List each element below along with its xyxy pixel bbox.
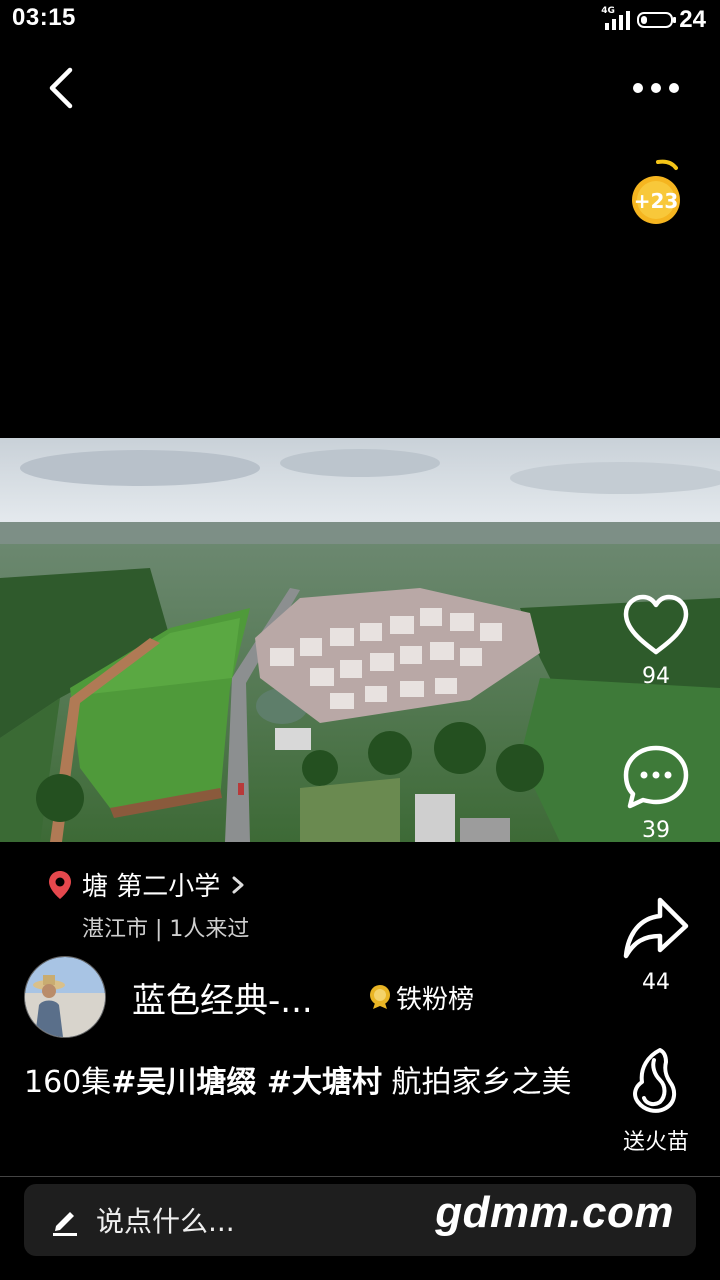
video-caption: 160集#吴川塘缀 #大塘村 航拍家乡之美 <box>24 1062 584 1104</box>
share-arrow-icon <box>623 897 689 959</box>
like-count: 94 <box>642 664 670 689</box>
like-button[interactable]: 94 <box>610 592 702 689</box>
author-avatar-image <box>25 957 105 1037</box>
fans-leaderboard-label: 铁粉榜 <box>396 984 475 1015</box>
status-icons: 4G 24 <box>601 6 706 34</box>
more-dots-icon <box>633 83 679 93</box>
back-button[interactable] <box>40 62 86 114</box>
pencil-icon <box>53 1212 77 1236</box>
signal-icon: 4G <box>601 6 631 32</box>
flame-icon <box>633 1048 677 1113</box>
share-count: 44 <box>642 970 670 995</box>
send-flame-button[interactable]: 送火苗 <box>610 1046 702 1156</box>
comment-bubble-icon <box>623 745 689 809</box>
comment-count: 39 <box>642 818 670 843</box>
battery-icon <box>637 12 677 28</box>
location-link[interactable]: 塘 第二小学 湛江市 | 1人来过 <box>48 866 249 943</box>
comment-button[interactable]: 39 <box>610 742 702 843</box>
hashtag-link[interactable]: #大塘村 <box>256 1065 382 1100</box>
caption-suffix: 航拍家乡之美 <box>382 1065 572 1100</box>
comment-input-placeholder: 说点什么... <box>96 1205 235 1238</box>
author-row: 蓝色经典-... 铁粉榜 <box>24 956 474 1038</box>
status-bar: 03:15 4G 24 <box>0 0 720 40</box>
coin-label: +23 <box>634 189 679 213</box>
avatar[interactable] <box>24 956 106 1038</box>
more-options-button[interactable] <box>626 70 686 106</box>
heart-icon <box>623 594 689 655</box>
medal-icon <box>370 985 390 1009</box>
hashtag-link[interactable]: #吴川塘缀 <box>111 1065 256 1100</box>
author-name[interactable]: 蓝色经典-... <box>132 973 352 1022</box>
battery-level: 24 <box>679 6 706 33</box>
divider <box>0 1176 720 1177</box>
location-pin-icon <box>49 870 71 899</box>
coin-icon: +23 <box>632 159 680 224</box>
caption-prefix: 160集 <box>24 1065 112 1100</box>
status-time: 03:15 <box>12 4 76 31</box>
fans-leaderboard-button[interactable]: 铁粉榜 <box>368 979 474 1016</box>
chevron-right-icon <box>232 876 244 893</box>
comment-input[interactable]: 说点什么... gdmm.com <box>24 1184 696 1256</box>
coin-reward-badge[interactable]: +23 <box>630 156 686 228</box>
watermark: gdmm.com <box>435 1188 674 1237</box>
location-title: 塘 第二小学 <box>82 872 221 902</box>
location-subtitle: 湛江市 | 1人来过 <box>82 917 250 942</box>
chevron-left-icon <box>49 67 73 109</box>
send-flame-label: 送火苗 <box>622 1130 689 1155</box>
share-button[interactable]: 44 <box>610 892 702 995</box>
